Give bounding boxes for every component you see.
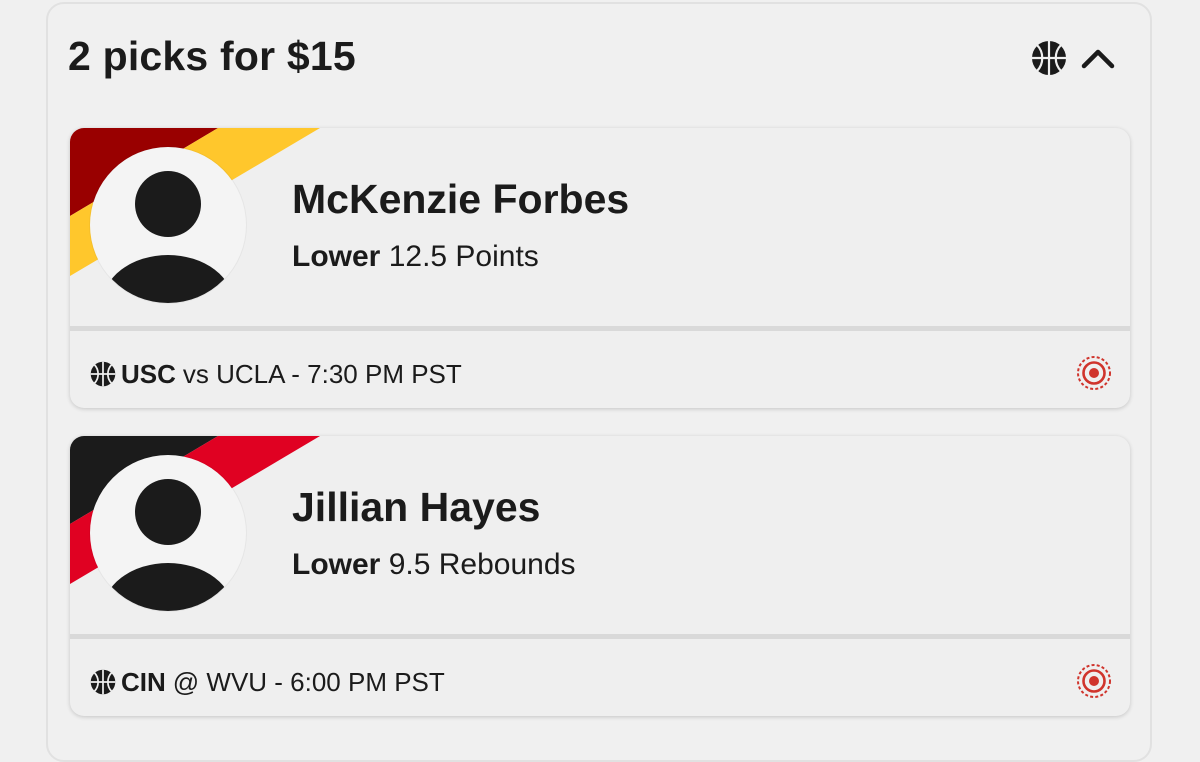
pick-direction: Lower (292, 240, 381, 273)
divider (70, 326, 1130, 331)
pick-card[interactable]: McKenzie Forbes Lower 12.5 Points USC vs… (70, 128, 1130, 408)
chevron-up-icon[interactable] (1080, 44, 1116, 72)
entry-title: 2 picks for $15 (68, 33, 356, 79)
matchup-text: vs UCLA - 7:30 PM PST (182, 358, 462, 389)
game-info: USC vs UCLA - 7:30 PM PST (90, 356, 462, 392)
pick-stat: 12.5 Points (388, 240, 539, 273)
target-icon[interactable] (1075, 662, 1113, 700)
pick-direction: Lower (292, 548, 381, 581)
player-avatar (90, 455, 246, 611)
basketball-icon (90, 669, 116, 695)
target-icon[interactable] (1075, 354, 1113, 392)
matchup-text: @ WVU - 6:00 PM PST (172, 666, 445, 697)
pick-line: Lower 9.5 Rebounds (292, 548, 576, 582)
team-abbrev: CIN (121, 666, 166, 697)
basketball-icon (90, 361, 116, 387)
team-abbrev: USC (121, 358, 176, 389)
player-name: McKenzie Forbes (292, 176, 630, 222)
pick-line: Lower 12.5 Points (292, 240, 539, 274)
pick-stat: 9.5 Rebounds (388, 548, 576, 581)
game-info: CIN @ WVU - 6:00 PM PST (90, 664, 445, 700)
divider (70, 634, 1130, 639)
player-name: Jillian Hayes (292, 484, 541, 530)
basketball-icon (1032, 41, 1066, 75)
player-avatar (90, 147, 246, 303)
pick-card[interactable]: Jillian Hayes Lower 9.5 Rebounds CIN @ W… (70, 436, 1130, 716)
